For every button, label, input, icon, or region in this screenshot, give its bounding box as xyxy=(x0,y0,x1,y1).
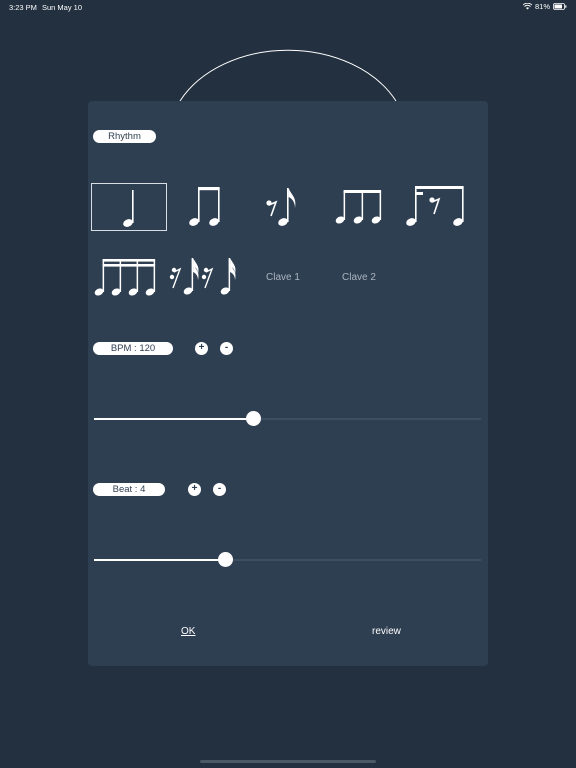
rhythm-option-triplet[interactable] xyxy=(322,183,398,231)
rhythm-label: Rhythm xyxy=(93,130,156,143)
rhythm-option-rest-eighth[interactable] xyxy=(245,183,321,231)
eighth-sixteenth-rest-pattern-icon xyxy=(406,186,464,226)
bpm-slider-thumb[interactable] xyxy=(246,411,261,426)
rhythm-option-four-sixteenths[interactable] xyxy=(91,254,167,302)
rhythm-option-two-eighths[interactable] xyxy=(168,183,244,231)
ok-button[interactable]: OK xyxy=(181,626,195,637)
review-button[interactable]: review xyxy=(372,626,401,637)
bpm-slider-fill xyxy=(94,418,254,420)
home-indicator[interactable] xyxy=(200,760,376,763)
beat-increase-button[interactable]: + xyxy=(188,483,201,496)
rhythm-settings-dialog: Rhythm Clave 1 Clave 2 BPM: 120 + - Bea… xyxy=(88,101,488,666)
triplet-eighth-notes-icon xyxy=(335,190,382,224)
four-sixteenth-notes-icon xyxy=(94,259,156,296)
quarter-note-icon xyxy=(123,190,134,227)
beat-decrease-button[interactable]: - xyxy=(213,483,226,496)
bpm-decrease-button[interactable]: - xyxy=(220,342,233,355)
rhythm-option-sixteenth-rests[interactable] xyxy=(168,254,244,302)
rhythm-option-quarter-note[interactable] xyxy=(91,183,167,231)
beat-slider-thumb[interactable] xyxy=(218,552,233,567)
eighth-rest-eighth-note-icon xyxy=(266,188,296,226)
rhythm-option-syncopated[interactable] xyxy=(399,183,475,231)
sixteenth-rest-patterns-icon xyxy=(169,258,236,295)
bpm-label: BPM : 120 xyxy=(93,342,173,355)
rhythm-option-clave-2[interactable]: Clave 2 xyxy=(321,254,397,302)
two-eighth-notes-icon xyxy=(189,187,220,226)
beat-slider-fill xyxy=(94,559,226,561)
beat-label: Beat : 4 xyxy=(93,483,165,496)
background-arc xyxy=(179,49,397,102)
rhythm-option-clave-1[interactable]: Clave 1 xyxy=(245,254,321,302)
bpm-increase-button[interactable]: + xyxy=(195,342,208,355)
